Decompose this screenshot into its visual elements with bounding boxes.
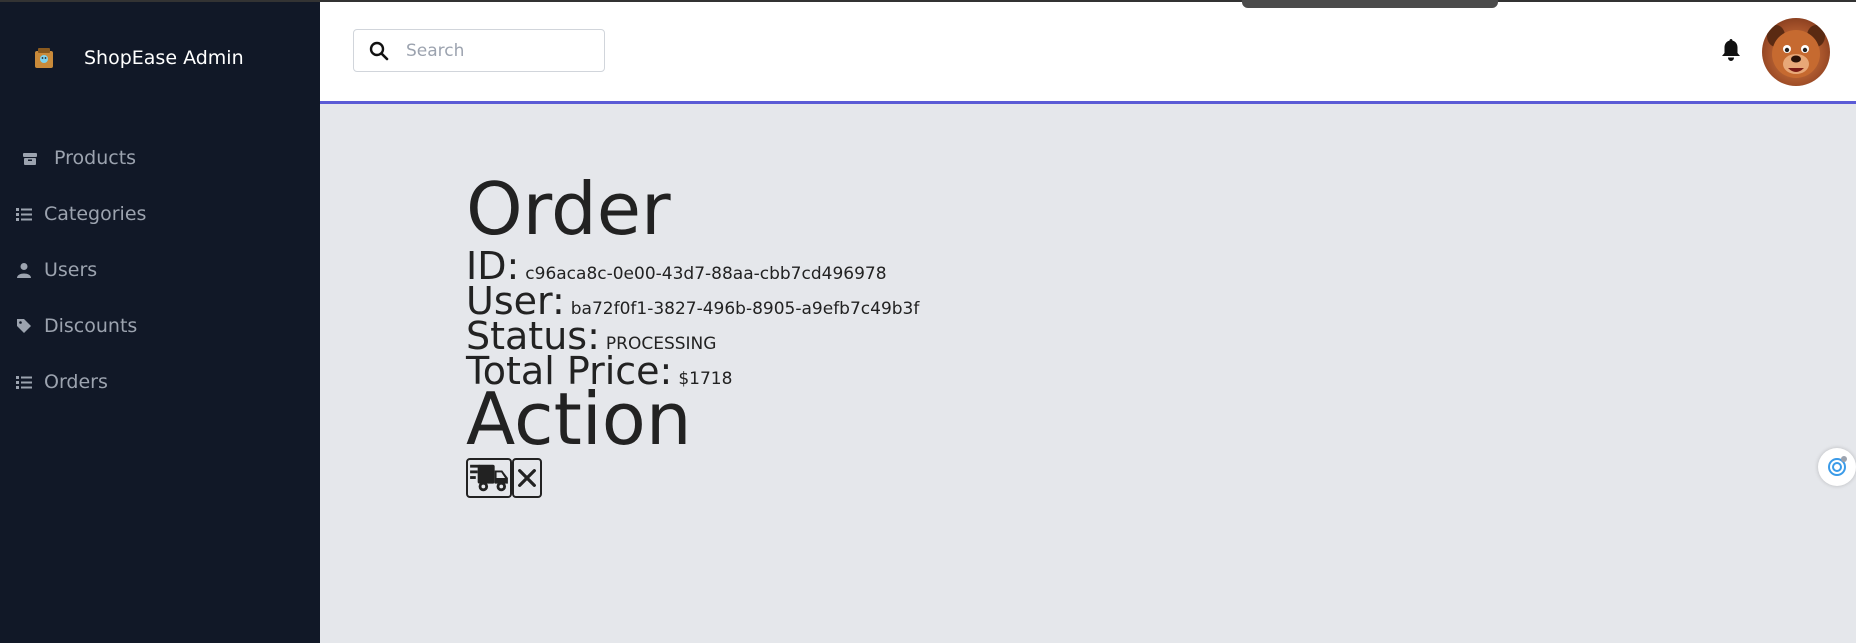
sidebar-item-users[interactable]: Users xyxy=(16,259,97,281)
tag-icon xyxy=(17,319,31,333)
sidebar-item-discounts[interactable]: Discounts xyxy=(16,315,137,337)
order-actions xyxy=(466,458,542,498)
bell-icon[interactable] xyxy=(1720,38,1742,62)
cancel-order-button[interactable] xyxy=(512,458,542,498)
avatar-image xyxy=(1767,25,1825,78)
sidebar-item-label: Categories xyxy=(44,203,147,225)
sidebar-item-orders[interactable]: Orders xyxy=(16,371,108,393)
close-icon xyxy=(518,469,536,487)
notification-toast-bar xyxy=(1242,0,1498,8)
top-header xyxy=(320,2,1856,104)
sidebar: ShopEase Admin Products Categories Users… xyxy=(0,2,320,643)
brand[interactable]: ShopEase Admin xyxy=(32,46,244,70)
sidebar-item-label: Products xyxy=(54,147,137,169)
brand-name: ShopEase Admin xyxy=(84,47,244,69)
avatar[interactable] xyxy=(1762,18,1830,86)
truck-icon xyxy=(470,464,508,492)
sidebar-item-label: Users xyxy=(44,259,98,281)
box-icon xyxy=(23,153,37,165)
shop-logo-icon xyxy=(32,46,56,70)
sidebar-item-label: Orders xyxy=(44,371,108,393)
search-icon xyxy=(369,41,389,60)
list-icon xyxy=(16,376,32,389)
ship-order-button[interactable] xyxy=(466,458,512,498)
list-icon xyxy=(16,208,32,221)
ai-assistant-icon xyxy=(1828,456,1847,476)
sidebar-item-label: Discounts xyxy=(44,315,138,337)
action-heading: Action xyxy=(466,377,692,461)
sidebar-item-categories[interactable]: Categories xyxy=(16,203,146,225)
user-icon xyxy=(17,263,31,278)
page-title: Order xyxy=(466,167,671,251)
window-top-border xyxy=(0,0,1856,2)
assistant-widget[interactable] xyxy=(1818,448,1856,486)
search-box[interactable] xyxy=(353,29,605,72)
search-input[interactable] xyxy=(404,39,588,62)
sidebar-item-products[interactable]: Products xyxy=(16,147,136,169)
